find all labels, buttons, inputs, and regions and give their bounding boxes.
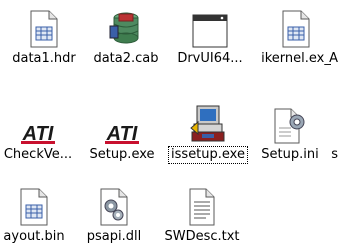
dll-gear-icon <box>94 186 134 226</box>
item-label: data2.cab <box>93 51 159 66</box>
file-drvui64[interactable]: DrvUI64... <box>162 8 258 70</box>
file-swdesc-txt[interactable]: SWDesc.txt <box>154 186 250 248</box>
generic-document-icon <box>14 186 54 226</box>
file-psapi-dll[interactable]: psapi.dll <box>66 186 162 248</box>
item-label: data1.hdr <box>12 51 76 66</box>
file-setup-exe[interactable]: ATI Setup.exe <box>74 104 170 166</box>
item-label: Setup.exe <box>89 147 155 162</box>
ati-logo-icon: ATI <box>18 104 58 144</box>
desktop-icon-view: { "items": [ {"label": "data1.hdr", "ico… <box>0 0 340 249</box>
item-label: DrvUI64... <box>177 51 243 66</box>
application-window-icon <box>190 8 230 48</box>
file-truncated-a[interactable]: A <box>290 8 340 70</box>
installer-computer-icon <box>188 104 228 144</box>
item-label: ayout.bin <box>3 229 65 244</box>
file-truncated-s[interactable]: s <box>290 104 340 166</box>
item-label: CheckVe... <box>3 147 73 162</box>
item-label: issetup.exe <box>168 146 248 164</box>
svg-text:ATI: ATI <box>106 123 138 144</box>
item-label: SWDesc.txt <box>164 229 240 244</box>
item-label: A <box>329 51 338 66</box>
ati-logo-icon: ATI <box>102 104 142 144</box>
svg-text:ATI: ATI <box>22 123 54 144</box>
cabinet-archive-icon <box>106 8 146 48</box>
file-data2-cab[interactable]: data2.cab <box>78 8 174 70</box>
text-file-icon <box>182 186 222 226</box>
item-label: s <box>331 147 338 162</box>
generic-document-icon <box>24 8 64 48</box>
truncated-item-icon <box>300 8 340 48</box>
truncated-item-icon <box>300 104 340 144</box>
item-label: psapi.dll <box>86 229 142 244</box>
